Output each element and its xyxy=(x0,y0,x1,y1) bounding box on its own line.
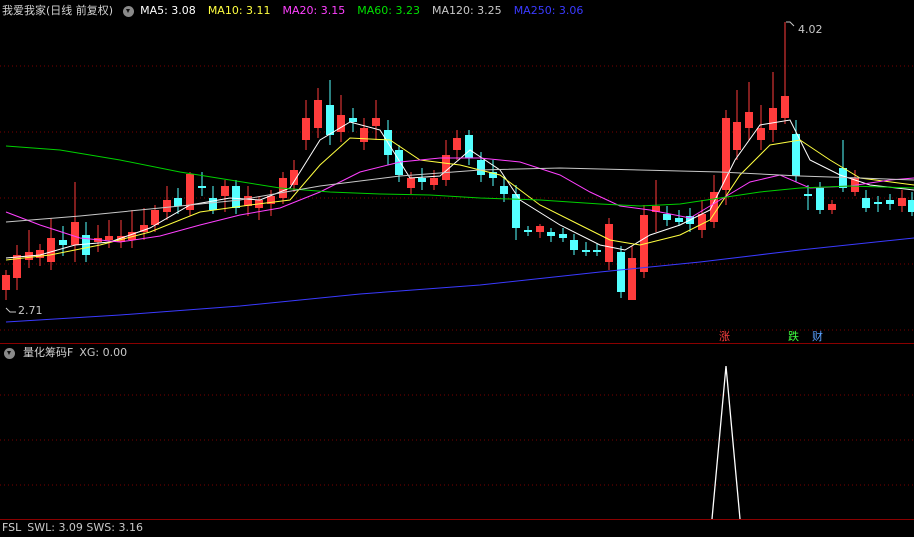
ma10-label: MA10: 3.11 xyxy=(207,4,271,17)
candle-body xyxy=(733,122,741,150)
candle-body xyxy=(453,138,461,150)
candle-body xyxy=(722,118,730,190)
candle-body xyxy=(828,204,836,210)
candle-body xyxy=(71,222,79,245)
candle-body xyxy=(804,194,812,196)
candle-body xyxy=(2,275,10,290)
candle-body xyxy=(174,198,182,206)
sub-chart-legend: 量化筹码F XG: 0.00 xyxy=(0,344,133,362)
candle-body xyxy=(209,198,217,210)
ma20-label: MA20: 3.15 xyxy=(282,4,346,17)
candle-body xyxy=(477,160,485,175)
candle-body xyxy=(418,178,426,182)
candle-body xyxy=(151,210,159,225)
candle-body xyxy=(757,128,765,140)
candle-body xyxy=(675,218,683,222)
candle-body xyxy=(442,155,450,180)
candle-body xyxy=(570,240,578,250)
main-chart-legend: 我爱我家(日线 前复权) MA5: 3.08 MA10: 3.11 MA20: … xyxy=(0,2,589,20)
candle-body xyxy=(221,186,229,196)
candle-body xyxy=(781,96,789,118)
fall-tag[interactable]: 跌 xyxy=(787,330,800,344)
ma5-label: MA5: 3.08 xyxy=(140,4,196,17)
sub-indicator-menu-icon[interactable] xyxy=(4,347,15,359)
ma120-line xyxy=(5,167,914,223)
high-price-label: 4.02 xyxy=(798,23,823,36)
indicator-menu-icon[interactable] xyxy=(123,5,135,17)
candle-body xyxy=(465,135,473,158)
stock-title: 我爱我家(日线 前复权) xyxy=(2,4,114,17)
bottom-panel-legend: FSL SWL: 3.09 SWS: 3.16 xyxy=(0,519,149,537)
candle-body xyxy=(605,224,613,262)
candle-body xyxy=(698,214,706,230)
ma120-label: MA120: 3.25 xyxy=(431,4,502,17)
candle-body xyxy=(816,188,824,210)
candle-body xyxy=(500,186,508,194)
ma60-label: MA60: 3.23 xyxy=(357,4,420,17)
ma250-label: MA250: 3.06 xyxy=(513,4,584,17)
finance-tag[interactable]: 财 xyxy=(811,330,824,344)
ma10-line xyxy=(5,137,914,261)
candle-body xyxy=(59,240,67,245)
candle-body xyxy=(769,108,777,130)
candle-body xyxy=(582,250,590,252)
candle-body xyxy=(105,236,113,240)
xg-signal-line xyxy=(711,365,741,520)
low-price-label: 2.71 xyxy=(18,304,43,317)
candle-body xyxy=(349,118,357,122)
candle-body xyxy=(536,226,544,232)
sub-indicator-title: 量化筹码F xyxy=(23,346,74,359)
candle-body xyxy=(524,230,532,232)
ma250-line xyxy=(5,237,914,323)
candle-body xyxy=(302,118,310,140)
candle-body xyxy=(407,178,415,188)
candle-body xyxy=(908,200,914,212)
candle-body xyxy=(547,232,555,236)
candle-body xyxy=(898,198,906,206)
candle-body xyxy=(232,186,240,208)
candle-body xyxy=(430,178,438,185)
candle-body xyxy=(372,118,380,126)
candle-body xyxy=(745,112,753,128)
candlestick-chart[interactable]: 4.02 2.71 xyxy=(0,0,914,527)
candle-body xyxy=(617,252,625,292)
candle-body xyxy=(663,214,671,220)
low-marker xyxy=(5,307,16,313)
candle-body xyxy=(47,238,55,262)
candle-body xyxy=(314,100,322,128)
candle-body xyxy=(163,200,171,212)
candle-body xyxy=(360,128,368,142)
xg-value-label: XG: 0.00 xyxy=(79,346,128,359)
candle-body xyxy=(326,105,334,135)
candle-body xyxy=(593,250,601,252)
candle-body xyxy=(559,234,567,238)
bottom-indicator-values: SWL: 3.09 SWS: 3.16 xyxy=(27,521,143,534)
high-marker xyxy=(786,21,795,27)
candle-body xyxy=(628,258,636,300)
candle-body xyxy=(862,198,870,208)
candle-body xyxy=(198,186,206,188)
rise-tag[interactable]: 涨 xyxy=(718,330,731,344)
bottom-indicator-title: FSL xyxy=(2,521,22,534)
candle-body xyxy=(874,202,882,204)
candle-body xyxy=(886,200,894,204)
